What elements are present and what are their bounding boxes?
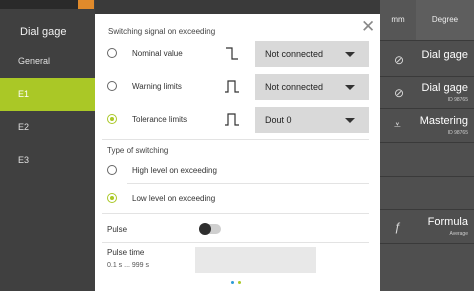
pulse-label: Pulse bbox=[107, 225, 128, 234]
toggle-knob bbox=[199, 223, 211, 235]
radio-low-level[interactable] bbox=[107, 193, 117, 203]
tolerance-limits-label: Tolerance limits bbox=[132, 115, 188, 124]
card-title: Dial gage bbox=[421, 82, 468, 94]
switching-type-title: Type of switching bbox=[107, 146, 169, 155]
radio-high-level[interactable] bbox=[107, 165, 117, 175]
card-subtitle: ID 98765 bbox=[447, 97, 468, 103]
top-strip bbox=[0, 0, 94, 9]
divider bbox=[102, 242, 369, 243]
formula-icon: ƒ bbox=[394, 220, 401, 234]
tolerance-limits-select-value: Dout 0 bbox=[265, 115, 292, 125]
close-icon[interactable]: ✕ bbox=[361, 18, 375, 35]
radio-nominal-value[interactable] bbox=[107, 48, 117, 58]
high-level-label: High level on exceeding bbox=[132, 166, 217, 175]
pulse-toggle[interactable] bbox=[199, 223, 221, 235]
nominal-value-select-value: Not connected bbox=[265, 49, 324, 59]
warning-limits-select[interactable]: Not connected bbox=[255, 74, 369, 100]
nominal-value-label: Nominal value bbox=[132, 49, 183, 58]
chevron-down-icon bbox=[345, 52, 355, 57]
unit-degree-button[interactable]: Degree bbox=[416, 0, 474, 40]
chevron-down-icon bbox=[345, 85, 355, 90]
radio-warning-limits[interactable] bbox=[107, 81, 117, 91]
card-dial-gage-1[interactable]: ⊘ Dial gage bbox=[380, 40, 474, 76]
card-empty-1 bbox=[380, 142, 474, 176]
pulse-signal-icon bbox=[225, 113, 239, 126]
divider bbox=[102, 139, 369, 140]
nav-item-e1[interactable]: E1 bbox=[0, 78, 95, 111]
dial-gage-icon: ⊘ bbox=[394, 53, 405, 67]
card-empty-2 bbox=[380, 176, 474, 209]
nav-item-general[interactable]: General bbox=[0, 45, 95, 78]
card-title: Dial gage bbox=[421, 49, 468, 61]
dial-gage-icon: ⊘ bbox=[394, 86, 405, 100]
page-dot-1[interactable] bbox=[231, 281, 234, 284]
nav-item-e3[interactable]: E3 bbox=[0, 144, 95, 177]
card-title: Formula bbox=[427, 216, 468, 228]
card-title: Mastering bbox=[419, 115, 468, 127]
warning-limits-select-value: Not connected bbox=[265, 82, 324, 92]
nav-title: Dial gage bbox=[20, 26, 67, 38]
dialog-title: Switching signal on exceeding bbox=[108, 27, 216, 36]
pulse-time-range: 0.1 s ... 999 s bbox=[107, 262, 150, 269]
card-subtitle: ID 98765 bbox=[447, 130, 468, 136]
low-level-label: Low level on exceeding bbox=[132, 194, 216, 203]
pulse-time-input[interactable] bbox=[195, 247, 316, 273]
divider bbox=[127, 183, 369, 184]
mastering-icon: ⩡ bbox=[394, 118, 401, 132]
radio-tolerance-limits[interactable] bbox=[107, 114, 117, 124]
card-mastering[interactable]: ⩡ Mastering ID 98765 bbox=[380, 108, 474, 142]
card-empty-3 bbox=[380, 243, 474, 291]
pulse-time-label: Pulse time bbox=[107, 248, 145, 257]
tab-accent bbox=[78, 0, 94, 9]
card-subtitle: Average bbox=[449, 231, 468, 237]
warning-limits-label: Warning limits bbox=[132, 82, 182, 91]
card-dial-gage-2[interactable]: ⊘ Dial gage ID 98765 bbox=[380, 76, 474, 108]
divider bbox=[102, 213, 369, 214]
nav-item-e2[interactable]: E2 bbox=[0, 111, 95, 144]
switching-dialog: Switching signal on exceeding ✕ Nominal … bbox=[95, 14, 380, 291]
tolerance-limits-select[interactable]: Dout 0 bbox=[255, 107, 369, 133]
left-nav: Dial gage General E1 E2 E3 bbox=[0, 0, 95, 291]
page-dot-2[interactable] bbox=[238, 281, 241, 284]
step-signal-icon bbox=[226, 47, 238, 60]
right-panel: mm Degree ⊘ Dial gage ⊘ Dial gage ID 987… bbox=[380, 0, 474, 291]
pulse-signal-icon bbox=[225, 80, 239, 93]
card-formula[interactable]: ƒ Formula Average bbox=[380, 209, 474, 243]
chevron-down-icon bbox=[345, 118, 355, 123]
unit-mm-button[interactable]: mm bbox=[380, 0, 416, 40]
nominal-value-select[interactable]: Not connected bbox=[255, 41, 369, 67]
